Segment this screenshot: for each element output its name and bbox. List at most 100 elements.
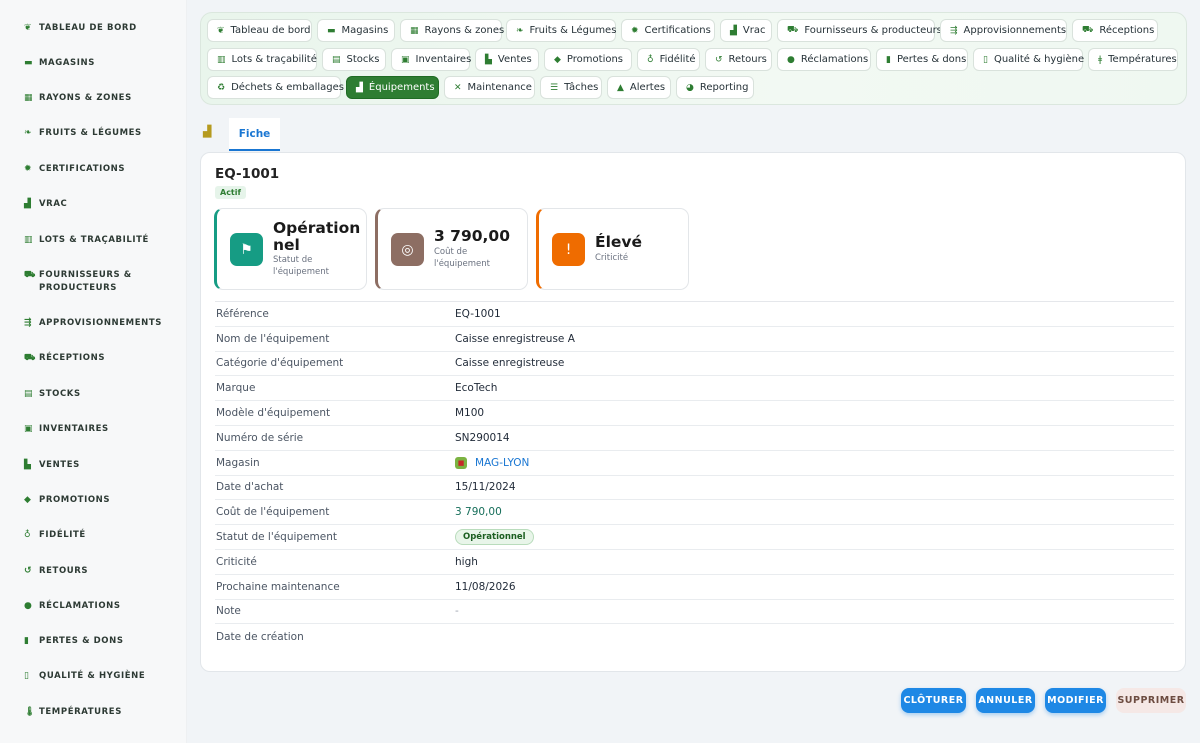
- sidebar-item-certifications[interactable]: ✹ Certifications: [0, 163, 186, 176]
- sidebar-item-retours[interactable]: ↺ Retours: [0, 565, 186, 578]
- store-icon: ■: [455, 456, 467, 469]
- list-check-icon: ☰: [550, 82, 559, 93]
- detail-label: Magasin: [216, 456, 260, 469]
- sidebar-item-approvisionnements[interactable]: ⇶ Approvisionnements: [0, 317, 186, 330]
- chip-vrac[interactable]: ▟ Vrac: [720, 19, 772, 42]
- detail-row-maintenance: Prochaine maintenance 11/08/2026: [215, 575, 1174, 600]
- page-title: EQ-1001: [215, 166, 280, 182]
- chip-fournisseurs[interactable]: ⛟ Fournisseurs & producteurs: [777, 19, 942, 42]
- chip-retours[interactable]: ↺ Retours: [705, 48, 772, 71]
- detail-label: Prochaine maintenance: [216, 580, 340, 593]
- chip-certifications[interactable]: ✹ Certifications: [621, 19, 715, 42]
- sprout-icon: ❦: [24, 23, 33, 33]
- sidebar-item-label: Magasins: [39, 58, 95, 68]
- chip-magasins[interactable]: ▬ Magasins: [317, 19, 395, 42]
- detail-value: EcoTech: [455, 382, 498, 395]
- chip-qualite[interactable]: ▯ Qualité & hygiène: [973, 48, 1084, 71]
- chip-label: Tableau de bord: [230, 25, 311, 36]
- sidebar-item-label: Lots & traçabilité: [39, 235, 149, 245]
- sidebar-item-label: Certifications: [39, 164, 126, 174]
- chip-lots[interactable]: ▥ Lots & traçabilité: [207, 48, 317, 71]
- chip-fidelite[interactable]: ♁ Fidélité: [637, 48, 700, 71]
- chip-fruits-legumes[interactable]: ❧ Fruits & Légumes: [506, 19, 616, 42]
- sprout-icon: ❦: [217, 25, 225, 36]
- detail-row-note: Note -: [215, 600, 1174, 625]
- sidebar-item-reclamations[interactable]: ● Réclamations: [0, 600, 186, 613]
- detail-label: Marque: [216, 382, 256, 395]
- sidebar-item-pertes-dons[interactable]: ▮ Pertes & dons: [0, 635, 186, 648]
- kpi-label: Criticité: [595, 253, 629, 263]
- tab-fiche[interactable]: Fiche: [229, 118, 280, 151]
- certificate-icon: ✹: [631, 25, 639, 36]
- chip-reporting[interactable]: ◕ Reporting: [676, 76, 754, 99]
- warehouse-icon: ▤: [24, 389, 34, 399]
- chip-equipements[interactable]: ▟ Équipements: [346, 76, 439, 99]
- annuler-button[interactable]: Annuler: [976, 688, 1035, 713]
- detail-value: -: [455, 605, 459, 618]
- chip-ventes[interactable]: ▙ Ventes: [475, 48, 539, 71]
- chip-maintenance[interactable]: ✕ Maintenance: [444, 76, 535, 99]
- detail-row-nom: Nom de l'équipement Caisse enregistreuse …: [215, 327, 1174, 352]
- chip-rayons[interactable]: ▦ Rayons & zones: [400, 19, 505, 42]
- undo-icon: ↺: [715, 54, 723, 65]
- sidebar-item-fidelite[interactable]: ♁ Fidélité: [0, 529, 186, 542]
- detail-label: Nom de l'équipement: [216, 332, 330, 345]
- sidebar-item-label: Réceptions: [39, 353, 106, 363]
- detail-value: M100: [455, 407, 485, 420]
- supprimer-button[interactable]: Supprimer: [1116, 688, 1186, 713]
- detail-value: Opérationnel: [455, 529, 534, 546]
- sidebar-item-label: Rayons & zones: [39, 93, 132, 103]
- store-link[interactable]: ■ MAG-LYON: [455, 456, 529, 469]
- kpi-cout: ◎ 3 790,00 Coût de l'équipement: [375, 208, 528, 290]
- chip-inventaires[interactable]: ▣ Inventaires: [391, 48, 471, 71]
- chip-label: Rayons & zones: [424, 25, 505, 36]
- sidebar-item-tableau-de-bord[interactable]: ❦ Tableau de bord: [0, 22, 186, 35]
- sidebar-item-fruits-legumes[interactable]: ❧ Fruits & Légumes: [0, 127, 186, 140]
- modifier-button[interactable]: Modifier: [1045, 688, 1106, 713]
- sidebar-item-ventes[interactable]: ▙ Ventes: [0, 459, 186, 472]
- chip-approvisionnements[interactable]: ⇶ Approvisionnements: [940, 19, 1067, 42]
- sidebar-item-qualite[interactable]: ▯ Qualité & hygiène: [0, 670, 186, 683]
- sidebar-item-label: Réclamations: [39, 601, 121, 611]
- detail-row-categorie: Catégorie d'équipement Caisse enregistreu…: [215, 352, 1174, 377]
- chip-promotions[interactable]: ◆ Promotions: [544, 48, 632, 71]
- sidebar-item-vrac[interactable]: ▟ Vrac: [0, 198, 186, 211]
- kpi-label: Statut de l'équipement: [273, 255, 329, 277]
- grid-icon: ▦: [410, 25, 419, 36]
- cloturer-button[interactable]: Clôturer: [901, 688, 966, 713]
- detail-row-magasin: Magasin ■ MAG-LYON: [215, 451, 1174, 476]
- chip-dechets[interactable]: ♻ Déchets & emballages: [207, 76, 344, 99]
- sidebar-item-label: Inventaires: [39, 424, 109, 434]
- tractor-icon: ⛟: [24, 270, 36, 280]
- kpi-criticite: ! Élevé Criticité: [536, 208, 689, 290]
- sidebar-item-inventaires[interactable]: ▣ Inventaires: [0, 423, 186, 436]
- chip-tableau-de-bord[interactable]: ❦ Tableau de bord: [207, 19, 312, 42]
- sidebar-item-label: Fidélité: [39, 530, 86, 540]
- chip-temperatures[interactable]: ǂ Températures: [1088, 48, 1178, 71]
- sidebar-item-label: Promotions: [39, 495, 111, 505]
- sidebar-item-rayons[interactable]: ▦ Rayons & zones: [0, 92, 186, 105]
- chip-taches[interactable]: ☰ Tâches: [540, 76, 602, 99]
- sidebar-item-temperatures[interactable]: 🌡︎ Températures: [0, 706, 186, 719]
- chip-label: Déchets & emballages: [231, 82, 344, 93]
- chip-label: Reporting: [699, 82, 749, 93]
- sidebar-item-receptions[interactable]: ⛟ Réceptions: [0, 352, 186, 365]
- chip-alertes[interactable]: ▲ Alertes: [607, 76, 671, 99]
- chip-label: Lots & traçabilité: [231, 54, 317, 65]
- chip-reclamations[interactable]: ● Réclamations: [777, 48, 871, 71]
- sidebar-item-lots[interactable]: ▥ Lots & traçabilité: [0, 234, 186, 247]
- chip-stocks[interactable]: ▤ Stocks: [322, 48, 386, 71]
- chip-receptions[interactable]: ⛟ Réceptions: [1072, 19, 1158, 42]
- bulk-icon: ▟: [730, 25, 737, 36]
- sidebar-item-fournisseurs[interactable]: ⛟ Fournisseurs & producteurs: [0, 269, 186, 295]
- recycle-icon: ♻: [217, 82, 226, 93]
- comment-icon: ●: [787, 54, 795, 65]
- equipment-detail-card: EQ-1001 Actif ⚑ Opération nel Statut de …: [200, 152, 1186, 672]
- warehouse-icon: ▤: [332, 54, 341, 65]
- barcode-icon: ▥: [217, 54, 226, 65]
- trash-icon: ▮: [24, 636, 30, 646]
- sidebar-item-magasins[interactable]: ▬ Magasins: [0, 57, 186, 70]
- chip-pertes-dons[interactable]: ▮ Pertes & dons: [876, 48, 968, 71]
- sidebar-item-promotions[interactable]: ◆ Promotions: [0, 494, 186, 507]
- sidebar-item-stocks[interactable]: ▤ Stocks: [0, 388, 186, 401]
